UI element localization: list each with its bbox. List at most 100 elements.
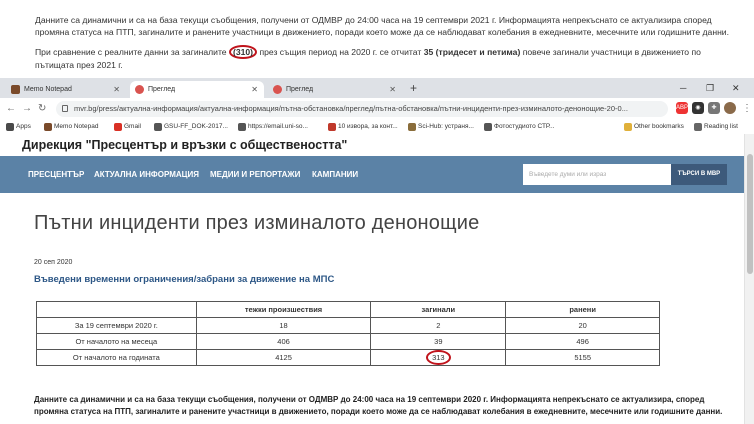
url-text: mvr.bg/press/актуална-информация/актуалн… — [74, 104, 628, 113]
address-bar[interactable]: mvr.bg/press/актуална-информация/актуалн… — [56, 101, 668, 117]
gmail-icon — [114, 123, 122, 131]
bookmark-label: GSU-FF_DOK-2017... — [164, 123, 228, 130]
close-icon[interactable]: ✕ — [113, 81, 120, 98]
tab-pregled-2[interactable]: Преглед ✕ — [268, 81, 402, 98]
browser-chrome: Memo Notepad ✕ Преглед ✕ Преглед ✕ + ─ ❐… — [0, 78, 754, 135]
table-cell: За 19 септември 2020 г. — [36, 317, 197, 334]
lock-icon — [62, 105, 68, 112]
window-close-icon[interactable]: ✕ — [732, 81, 740, 95]
table-cell: 313 — [370, 349, 507, 366]
top-paragraph-2: При сравнение с реалните данни за загина… — [35, 45, 735, 71]
table-cell: 4125 — [195, 349, 372, 366]
tab-label: Преглед — [148, 86, 176, 93]
bookmark-label: Memo Notepad — [54, 123, 99, 130]
new-tab-button[interactable]: + — [410, 81, 417, 95]
back-icon[interactable]: ← — [6, 102, 16, 116]
globe-icon — [238, 123, 246, 131]
bookmark-label: Gmail — [124, 123, 141, 130]
nav-aktualna-informacia[interactable]: АКТУАЛНА ИНФОРМАЦИЯ — [94, 156, 199, 193]
bookmark-fotostudio[interactable]: Фотостудиото СТР... — [484, 120, 554, 134]
menu-icon[interactable]: ⋮ — [742, 102, 752, 116]
table-header: тежки произшествия — [195, 301, 372, 318]
top-paragraph-1: Данните са динамични и са на база текущи… — [35, 15, 729, 37]
scrollbar-thumb[interactable] — [747, 154, 753, 274]
apps-grid-icon — [6, 123, 14, 131]
toolbar: ← → ↻ mvr.bg/press/актуална-информация/а… — [0, 98, 754, 120]
bookmark-label: Фотостудиото СТР... — [494, 123, 555, 130]
table-header: загинали — [370, 301, 507, 318]
scrollbar[interactable] — [744, 134, 754, 424]
circled-number-310: (310) — [228, 45, 258, 59]
table-cell: От началото на месеца — [36, 333, 197, 350]
bookmark-label: https://email.uni-so... — [248, 123, 308, 130]
table-cell: 5155 — [505, 349, 660, 366]
table-cell: 20 — [505, 317, 660, 334]
tab-label: Memo Notepad — [24, 86, 72, 93]
table-cell: 496 — [505, 333, 660, 350]
bookmark-apps[interactable]: Apps — [6, 120, 31, 134]
bookmark-label: Reading list — [704, 123, 738, 130]
table-cell: 39 — [370, 333, 507, 350]
minimize-icon[interactable]: ─ — [680, 81, 686, 95]
maximize-icon[interactable]: ❐ — [706, 81, 714, 95]
para2-bold: 35 (тридесет и петима) — [423, 47, 521, 57]
memo-notepad-favicon-icon — [11, 85, 20, 94]
table-header-row: тежки произшествия загинали ранени — [36, 301, 660, 318]
tab-active-pregled[interactable]: Преглед ✕ — [130, 81, 264, 98]
table-row: От началото на годината 4125 313 5155 — [36, 349, 660, 366]
circled-number-313: 313 — [426, 350, 451, 365]
sci-hub-icon — [408, 123, 416, 131]
site-header: Дирекция "Пресцентър и връзки с обществе… — [22, 138, 348, 152]
bookmark-label: Apps — [16, 123, 31, 130]
top-snippet: Данните са динамични и са на база текущи… — [0, 0, 754, 78]
folder-icon — [624, 123, 632, 131]
extension-abp-icon[interactable]: ABP — [676, 102, 688, 114]
bookmark-gmail[interactable]: Gmail — [114, 120, 141, 134]
tab-memo-notepad[interactable]: Memo Notepad ✕ — [6, 81, 126, 98]
table-cell: 406 — [195, 333, 372, 350]
webpage: Дирекция "Пресцентър и връзки с обществе… — [0, 134, 744, 424]
bookmark-email-uni[interactable]: https://email.uni-so... — [238, 120, 308, 134]
search-input[interactable]: Въведете думи или израз — [523, 164, 671, 185]
bottom-paragraph: Данните са динамични и са на база текущи… — [34, 395, 723, 416]
table-row: За 19 септември 2020 г. 18 2 20 — [36, 317, 660, 334]
bookmark-gsu[interactable]: GSU-FF_DOK-2017... — [154, 120, 228, 134]
extension-icon[interactable]: ◉ — [692, 102, 704, 114]
article-link[interactable]: Въведени временни ограничения/забрани за… — [34, 274, 334, 285]
reload-icon[interactable]: ↻ — [38, 102, 46, 116]
bookmark-label: Other bookmarks — [634, 123, 684, 130]
site-icon — [484, 123, 492, 131]
bookmark-label: Sci-Hub: устраня... — [418, 123, 474, 130]
tab-label: Преглед — [286, 86, 314, 93]
puzzle-icon[interactable]: ✚ — [708, 102, 720, 114]
site-icon — [328, 123, 336, 131]
reading-list[interactable]: Reading list — [694, 120, 738, 134]
table-cell: От началото на годината — [36, 349, 197, 366]
table-cell: 2 — [370, 317, 507, 334]
statistics-table: тежки произшествия загинали ранени За 19… — [36, 301, 660, 366]
mvr-favicon-icon — [135, 85, 144, 94]
search-button[interactable]: ТЪРСИ В МВР — [671, 164, 727, 185]
bookmark-sci-hub[interactable]: Sci-Hub: устраня... — [408, 120, 474, 134]
nav-medii-reportazhi[interactable]: МЕДИИ И РЕПОРТАЖИ — [210, 156, 300, 193]
bookmark-label: 10 извора, за конт... — [338, 123, 398, 130]
tab-strip: Memo Notepad ✕ Преглед ✕ Преглед ✕ + ─ ❐… — [0, 78, 754, 98]
article-date: 20 сеп 2020 — [34, 259, 73, 266]
para2-mid: през същия период на 2020 г. се отчитат — [259, 47, 422, 57]
reading-list-icon — [694, 123, 702, 131]
avatar[interactable] — [724, 102, 736, 114]
close-icon[interactable]: ✕ — [251, 81, 258, 98]
mvr-favicon-icon — [273, 85, 282, 94]
bookmark-memo-notepad[interactable]: Memo Notepad — [44, 120, 98, 134]
nav-prescentar[interactable]: ПРЕСЦЕНТЪР — [28, 156, 84, 193]
nav-kampanii[interactable]: КАМПАНИИ — [312, 156, 358, 193]
bookmark-10-izvora[interactable]: 10 извора, за конт... — [328, 120, 398, 134]
forward-icon[interactable]: → — [22, 102, 32, 116]
table-header: ранени — [505, 301, 660, 318]
close-icon[interactable]: ✕ — [389, 81, 396, 98]
table-row: От началото на месеца 406 39 496 — [36, 333, 660, 350]
page-title: Пътни инциденти през изминалото денонощи… — [34, 212, 480, 234]
table-cell: 18 — [195, 317, 372, 334]
table-header — [36, 301, 197, 318]
other-bookmarks[interactable]: Other bookmarks — [624, 120, 684, 134]
